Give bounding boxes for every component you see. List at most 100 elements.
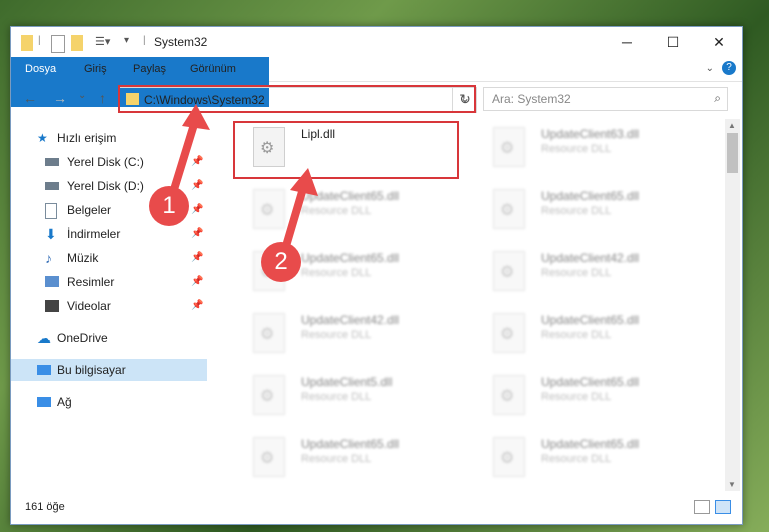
new-folder-icon[interactable] [71, 35, 83, 51]
separator: | [143, 35, 146, 46]
tab-share[interactable]: Paylaş [133, 57, 166, 81]
file-item[interactable]: ⚙ UpdateClient63.dll Resource DLL [471, 121, 701, 171]
vertical-scrollbar[interactable]: ▲ ▼ [725, 119, 740, 491]
sidebar-item-this-pc[interactable]: Bu bilgisayar [11, 359, 207, 381]
sidebar-item-videos[interactable]: Videolar 📌 [11, 295, 207, 317]
separator: | [38, 35, 41, 46]
file-type: Resource DLL [541, 205, 612, 217]
pin-icon[interactable]: 📌 [191, 271, 203, 293]
sidebar-item-label: Yerel Disk (D:) [67, 179, 144, 193]
sidebar-item-onedrive[interactable]: ☁ OneDrive [11, 327, 207, 349]
pin-icon[interactable]: 📌 [191, 175, 203, 197]
sidebar-item-label: Bu bilgisayar [57, 363, 126, 377]
callout-badge-2: 2 [261, 242, 301, 282]
sidebar-item-label: Hızlı erişim [57, 131, 117, 145]
dll-file-icon: ⚙ [253, 375, 285, 415]
sidebar-item-network[interactable]: Ağ [11, 391, 207, 413]
properties-icon[interactable] [51, 35, 65, 53]
file-name: UpdateClient65.dll [541, 437, 640, 451]
dll-file-icon: ⚙ [253, 189, 285, 229]
file-item[interactable]: ⚙ UpdateClient65.dll Resource DLL [471, 307, 701, 357]
downloads-icon: ⬇ [45, 226, 57, 242]
pin-icon[interactable]: 📌 [191, 223, 203, 245]
file-name: UpdateClient5.dll [301, 375, 393, 389]
callout-badge-1: 1 [149, 186, 189, 226]
disk-icon [45, 158, 59, 166]
gear-icon: ⚙ [260, 450, 275, 467]
status-bar: 161 öğe [11, 495, 742, 521]
file-item[interactable]: ⚙ UpdateClient65.dll Resource DLL [231, 431, 461, 481]
minimize-button[interactable]: ─ [604, 29, 650, 55]
customize-toolbar-icon[interactable]: ☰▾ [95, 35, 110, 51]
file-item[interactable]: ⚙ UpdateClient42.dll Resource DLL [231, 307, 461, 357]
file-type: Resource DLL [541, 267, 612, 279]
music-icon: ♪ [45, 250, 52, 266]
sidebar-item-label: Resimler [67, 275, 115, 289]
gear-icon: ⚙ [260, 326, 275, 343]
star-icon: ★ [37, 131, 48, 145]
up-button[interactable]: ↑ [99, 90, 106, 106]
file-item[interactable]: ⚙ UpdateClient65.dll Resource DLL [471, 183, 701, 233]
file-item[interactable]: ⚙ UpdateClient42.dll Resource DLL [471, 245, 701, 295]
sidebar-item-c-drive[interactable]: Yerel Disk (C:) 📌 [11, 151, 207, 173]
file-name: UpdateClient63.dll [541, 127, 640, 141]
file-item[interactable]: ⚙ UpdateClient65.dll Resource DLL [471, 431, 701, 481]
file-name: UpdateClient42.dll [541, 251, 640, 265]
navigation-pane: ★ Hızlı erişim Yerel Disk (C:) 📌 Yerel D… [11, 119, 207, 489]
gear-icon: ⚙ [500, 388, 515, 405]
network-icon [37, 397, 51, 407]
sidebar-item-music[interactable]: ♪ Müzik 📌 [11, 247, 207, 269]
maximize-button[interactable]: ☐ [650, 29, 696, 55]
chevron-down-icon[interactable]: ▾ [124, 35, 129, 51]
item-count: 161 öğe [25, 501, 65, 513]
pin-icon[interactable]: 📌 [191, 199, 203, 221]
sidebar-item-pictures[interactable]: Resimler 📌 [11, 271, 207, 293]
folder-icon[interactable] [21, 35, 33, 51]
search-placeholder: Ara: System32 [492, 92, 571, 106]
chevron-down-icon[interactable]: ⌄ [706, 63, 714, 74]
sidebar-item-label: Yerel Disk (C:) [67, 155, 144, 169]
file-type: Resource DLL [541, 143, 612, 155]
gear-icon: ⚙ [500, 202, 515, 219]
sidebar-item-label: İndirmeler [67, 227, 121, 241]
file-name: UpdateClient65.dll [541, 189, 640, 203]
tab-view[interactable]: Görünüm [190, 57, 236, 81]
file-item[interactable]: ⚙ UpdateClient5.dll Resource DLL [231, 369, 461, 419]
gear-icon: ⚙ [500, 326, 515, 343]
file-type: Resource DLL [301, 329, 372, 341]
gear-icon: ⚙ [260, 388, 275, 405]
file-type: Resource DLL [301, 205, 372, 217]
file-type: Resource DLL [541, 329, 612, 341]
scroll-down-icon[interactable]: ▼ [728, 480, 736, 489]
file-type: Resource DLL [301, 267, 372, 279]
pin-icon[interactable]: 📌 [191, 151, 203, 173]
search-input[interactable]: Ara: System32 ⌕ [483, 87, 728, 111]
large-icons-view-icon[interactable] [715, 500, 731, 514]
help-icon[interactable]: ? [722, 61, 736, 75]
tab-home[interactable]: Giriş [84, 57, 107, 81]
sidebar-item-downloads[interactable]: ⬇ İndirmeler 📌 [11, 223, 207, 245]
file-item[interactable]: ⚙ UpdateClient65.dll Resource DLL [231, 183, 461, 233]
details-view-icon[interactable] [694, 500, 710, 514]
pin-icon[interactable]: 📌 [191, 295, 203, 317]
pin-icon[interactable]: 📌 [191, 247, 203, 269]
dll-file-icon: ⚙ [253, 437, 285, 477]
sidebar-item-label: OneDrive [57, 331, 108, 345]
videos-icon [45, 300, 59, 312]
scroll-up-icon[interactable]: ▲ [728, 121, 736, 130]
file-highlight [233, 121, 459, 179]
file-type: Resource DLL [541, 391, 612, 403]
back-button[interactable]: ← [23, 90, 37, 106]
forward-button[interactable]: → [53, 90, 67, 106]
search-icon[interactable]: ⌕ [714, 91, 721, 106]
sidebar-item-quick-access[interactable]: ★ Hızlı erişim [11, 127, 207, 149]
file-name: UpdateClient65.dll [301, 251, 400, 265]
dll-file-icon: ⚙ [493, 251, 525, 291]
scroll-thumb[interactable] [727, 133, 738, 173]
navigation-bar: ← → ⌄ ↑ C:\Windows\System32 ⌄ ↻ Ara: Sys… [11, 82, 742, 116]
recent-locations-icon[interactable]: ⌄ [78, 90, 86, 101]
file-item[interactable]: ⚙ UpdateClient65.dll Resource DLL [471, 369, 701, 419]
close-button[interactable]: ✕ [696, 29, 742, 55]
file-list: ⚙ Lipl.dll ⚙ UpdateClient65.dll Resource… [211, 119, 723, 491]
dll-file-icon: ⚙ [253, 313, 285, 353]
